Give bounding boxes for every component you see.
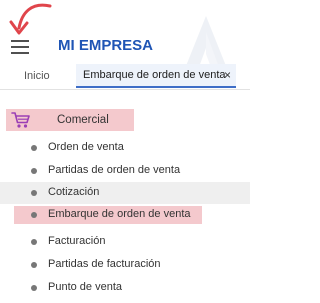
menu-item-facturacion[interactable]: Facturación	[0, 231, 134, 253]
menu-item-label: Facturación	[48, 235, 106, 247]
bullet-icon	[31, 262, 37, 268]
menu-item-orden-de-venta[interactable]: Orden de venta	[0, 137, 134, 159]
bullet-icon	[31, 190, 37, 196]
menu-item-label: Partidas de orden de venta	[48, 164, 181, 176]
bullet-icon	[31, 285, 37, 291]
bullet-icon	[31, 239, 37, 245]
menu-item-label: Punto de venta	[48, 281, 123, 293]
menu-item-partidas-de-orden-de-venta[interactable]: Partidas de orden de venta	[0, 160, 210, 182]
company-name: MI EMPRESA	[58, 37, 154, 54]
menu-item-label: Orden de venta	[48, 141, 124, 153]
bullet-icon	[31, 145, 37, 151]
app-window: MI EMPRESA Inicio Embarque de orden de v…	[0, 0, 250, 303]
menu-item-label: Cotización	[48, 186, 100, 198]
menu-item-label: Embarque de orden de venta	[48, 208, 191, 220]
menu-hamburger-icon[interactable]	[11, 38, 31, 56]
bullet-icon	[31, 168, 37, 174]
tab-embarque-orden-venta[interactable]: Embarque de orden de venta ×	[76, 64, 236, 88]
sidebar-section-comercial[interactable]: Comercial	[6, 109, 134, 131]
tab-inicio[interactable]: Inicio	[24, 70, 50, 82]
tab-label: Embarque de orden de venta	[83, 69, 226, 81]
bullet-icon	[31, 212, 37, 218]
menu-item-partidas-de-facturacion[interactable]: Partidas de facturación	[0, 254, 190, 276]
menu-item-label: Partidas de facturación	[48, 258, 161, 270]
tabs-divider	[0, 89, 250, 90]
menu-item-cotizacion[interactable]: Cotización	[0, 182, 250, 204]
shopping-cart-icon	[11, 112, 30, 128]
annotation-arrow	[9, 3, 52, 35]
section-label: Comercial	[57, 114, 109, 126]
close-icon[interactable]: ×	[224, 68, 231, 82]
menu-item-embarque-de-orden-de-venta[interactable]: Embarque de orden de venta	[14, 206, 202, 224]
menu-item-punto-de-venta[interactable]: Punto de venta	[0, 277, 134, 299]
